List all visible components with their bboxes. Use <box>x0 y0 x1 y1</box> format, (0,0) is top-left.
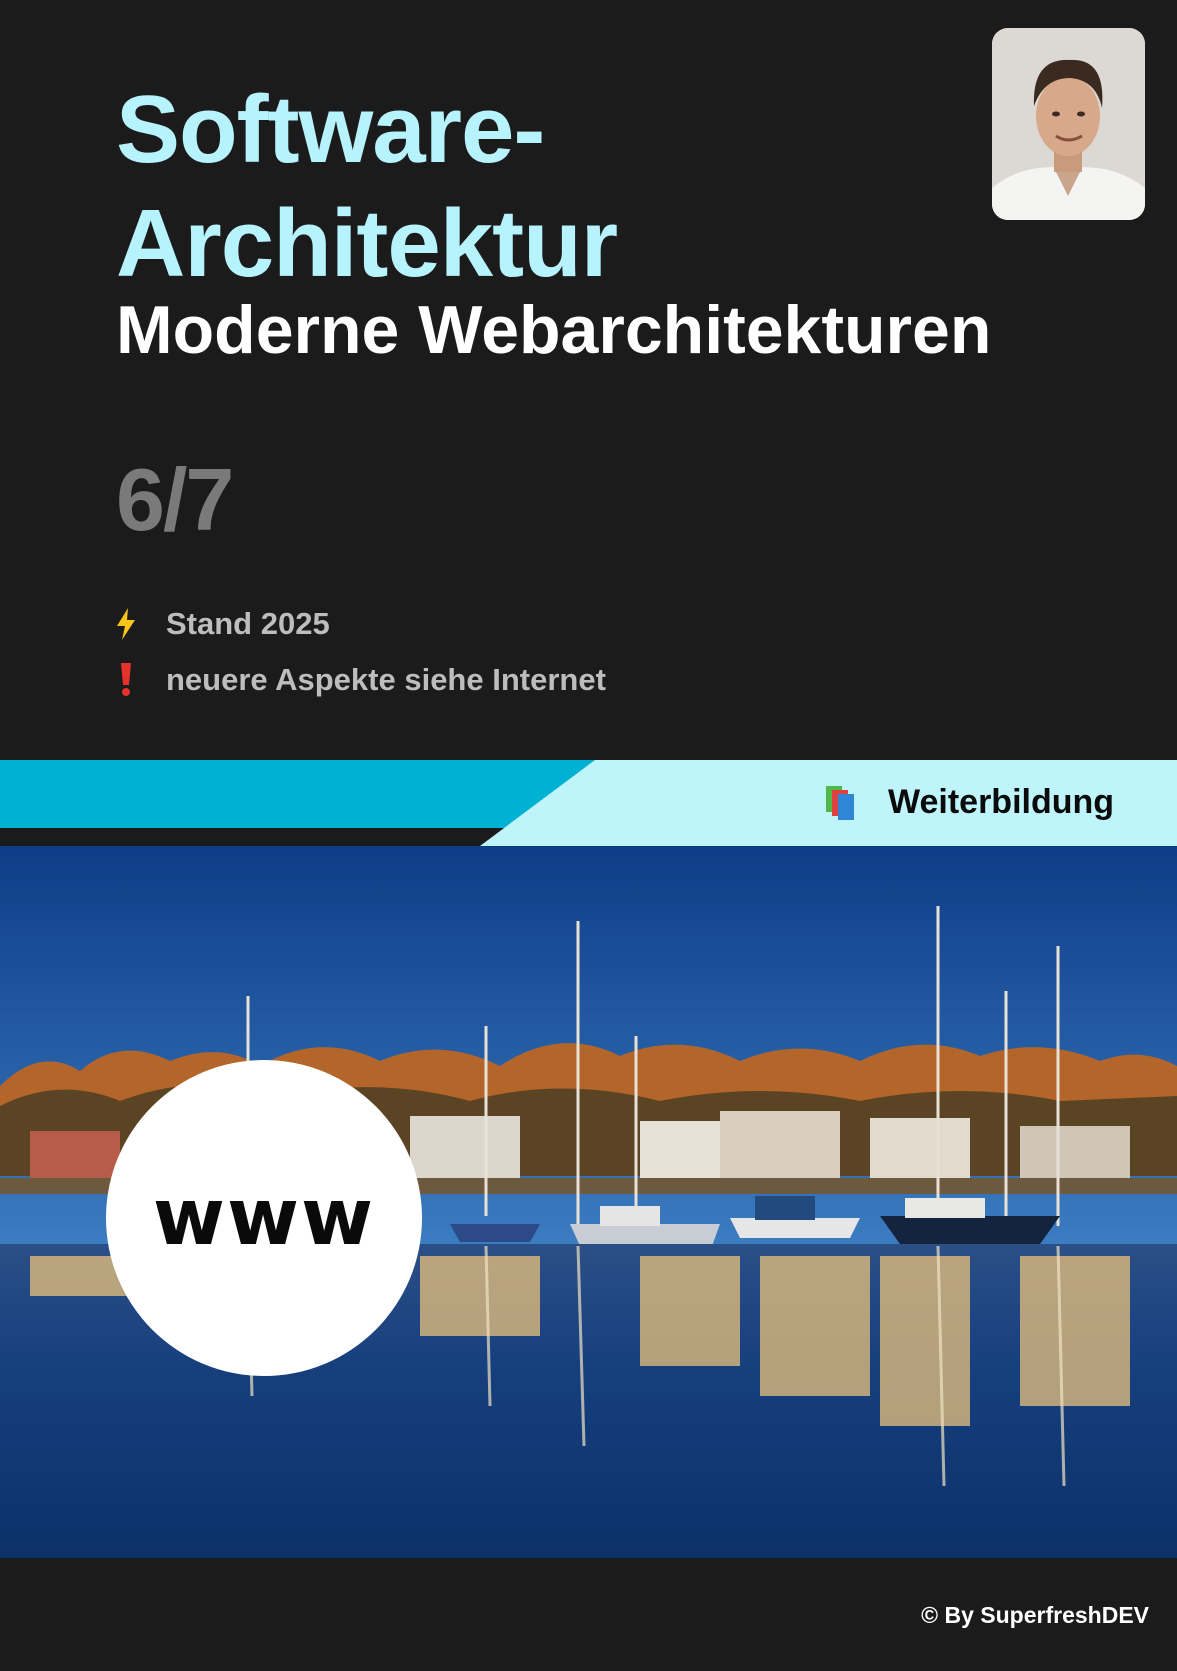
info-text-stand: Stand 2025 <box>166 606 330 641</box>
books-icon <box>822 782 862 822</box>
lightning-icon <box>112 606 140 642</box>
author-avatar <box>992 28 1145 220</box>
title-line-1: Software- <box>116 76 545 183</box>
info-row-stand: Stand 2025 <box>112 606 330 642</box>
www-badge-text: www <box>152 1173 376 1263</box>
cover-page: Software- Architektur Moderne Webarchite… <box>0 0 1177 1671</box>
footer-copyright: © By SuperfreshDEV <box>921 1602 1149 1628</box>
info-row-hint: neuere Aspekte siehe Internet <box>112 662 606 698</box>
subtitle: Moderne Webarchitekturen <box>116 292 992 368</box>
banner-label: Weiterbildung <box>822 780 1114 824</box>
banner-text: Weiterbildung <box>888 782 1115 821</box>
info-text-hint: neuere Aspekte siehe Internet <box>166 662 606 697</box>
page-counter: 6/7 <box>116 450 234 549</box>
www-badge: www <box>106 1060 422 1376</box>
exclamation-icon <box>112 662 140 698</box>
title-line-2: Architektur <box>116 190 618 297</box>
